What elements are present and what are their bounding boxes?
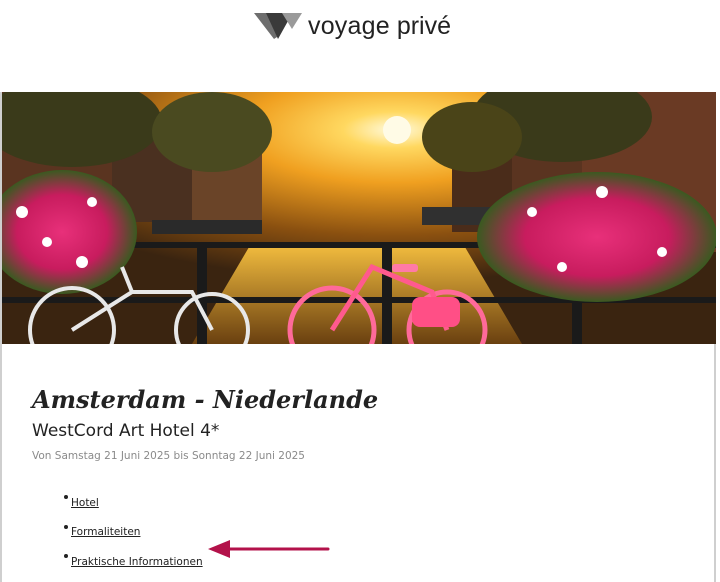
- brand-name-part1: voyage: [308, 11, 390, 40]
- bullet: [64, 554, 68, 558]
- amsterdam-canal-photo: [2, 92, 716, 344]
- stay-dates: Von Samstag 21 Juni 2025 bis Sonntag 22 …: [32, 450, 305, 462]
- link-praktische-informationen[interactable]: Praktische Informationen: [71, 556, 203, 568]
- left-arrow-annotation-icon: [208, 540, 330, 558]
- hotel-name: WestCord Art Hotel 4*: [32, 421, 220, 441]
- bullet: [64, 495, 68, 499]
- brand-logo[interactable]: voyage privé: [254, 8, 451, 44]
- header: voyage privé: [0, 0, 720, 92]
- link-formaliteiten[interactable]: Formaliteiten: [71, 526, 140, 538]
- destination-title: Amsterdam - Niederlande: [32, 385, 379, 414]
- voyage-prive-v-icon: [254, 13, 302, 39]
- brand-name-part2: privé: [396, 11, 452, 40]
- hero-image[interactable]: [2, 92, 716, 344]
- list-item: Formaliteiten: [56, 518, 203, 548]
- link-hotel[interactable]: Hotel: [71, 497, 99, 509]
- info-links: Hotel Formaliteiten Praktische Informati…: [56, 488, 203, 577]
- list-item: Praktische Informationen: [56, 547, 203, 577]
- list-item: Hotel: [56, 488, 203, 518]
- offer-details: Amsterdam - Niederlande WestCord Art Hot…: [32, 384, 672, 462]
- bullet: [64, 524, 68, 529]
